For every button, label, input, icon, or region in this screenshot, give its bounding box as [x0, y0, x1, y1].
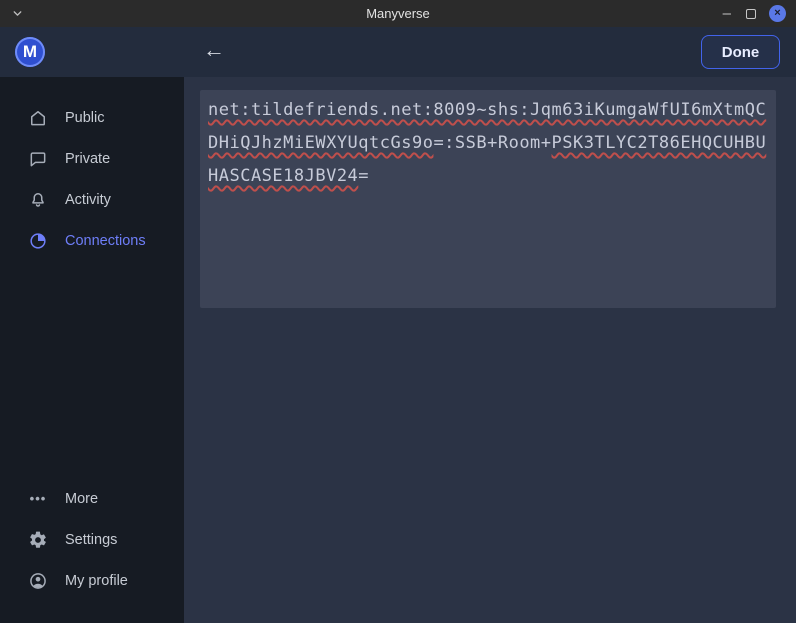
window-title: Manyverse	[0, 0, 796, 27]
sidebar-item-label: Connections	[65, 233, 146, 249]
sidebar-item-private[interactable]: Private	[0, 138, 184, 179]
sidebar-item-label: My profile	[65, 573, 128, 589]
invite-text-segment: =:SSB+Room+	[433, 133, 551, 153]
sidebar-bottom-items: ••• More Settings My profile	[0, 478, 184, 601]
bell-icon	[27, 189, 49, 211]
profile-icon	[27, 570, 49, 592]
window-controls: – ×	[721, 0, 786, 27]
done-button[interactable]: Done	[701, 35, 780, 69]
titlebar: Manyverse – ×	[0, 0, 796, 27]
sidebar-item-label: Activity	[65, 192, 111, 208]
invite-code-input[interactable]: net:tildefriends.net:8009~shs:Jqm63iKumg…	[200, 90, 776, 308]
restore-button[interactable]	[746, 9, 756, 19]
more-dots-icon: •••	[27, 488, 49, 510]
sidebar-item-public[interactable]: Public	[0, 97, 184, 138]
close-button[interactable]: ×	[769, 5, 786, 22]
sidebar: Public Private Activity	[0, 77, 184, 623]
gear-icon	[27, 529, 49, 551]
sidebar-item-label: Public	[65, 110, 105, 126]
app-header: M ← Done	[0, 27, 796, 77]
sidebar-item-label: Settings	[65, 532, 117, 548]
sidebar-item-my-profile[interactable]: My profile	[0, 560, 184, 601]
sidebar-item-settings[interactable]: Settings	[0, 519, 184, 560]
invite-text-segment: =	[358, 166, 369, 186]
chat-bubble-icon	[27, 148, 49, 170]
sidebar-item-more[interactable]: ••• More	[0, 478, 184, 519]
connections-icon	[27, 230, 49, 252]
invite-code-text: net:tildefriends.net:8009~shs:Jqm63iKumg…	[208, 94, 768, 193]
sidebar-item-connections[interactable]: Connections	[0, 220, 184, 261]
logo-letter: M	[23, 42, 37, 62]
sidebar-main-items: Public Private Activity	[0, 97, 184, 261]
minimize-button[interactable]: –	[721, 1, 733, 26]
sidebar-item-activity[interactable]: Activity	[0, 179, 184, 220]
content-area: net:tildefriends.net:8009~shs:Jqm63iKumg…	[184, 77, 796, 623]
back-arrow-icon[interactable]: ←	[203, 37, 225, 63]
home-icon	[27, 107, 49, 129]
sidebar-item-label: Private	[65, 151, 110, 167]
sidebar-item-label: More	[65, 491, 98, 507]
manyverse-logo: M	[15, 37, 45, 67]
